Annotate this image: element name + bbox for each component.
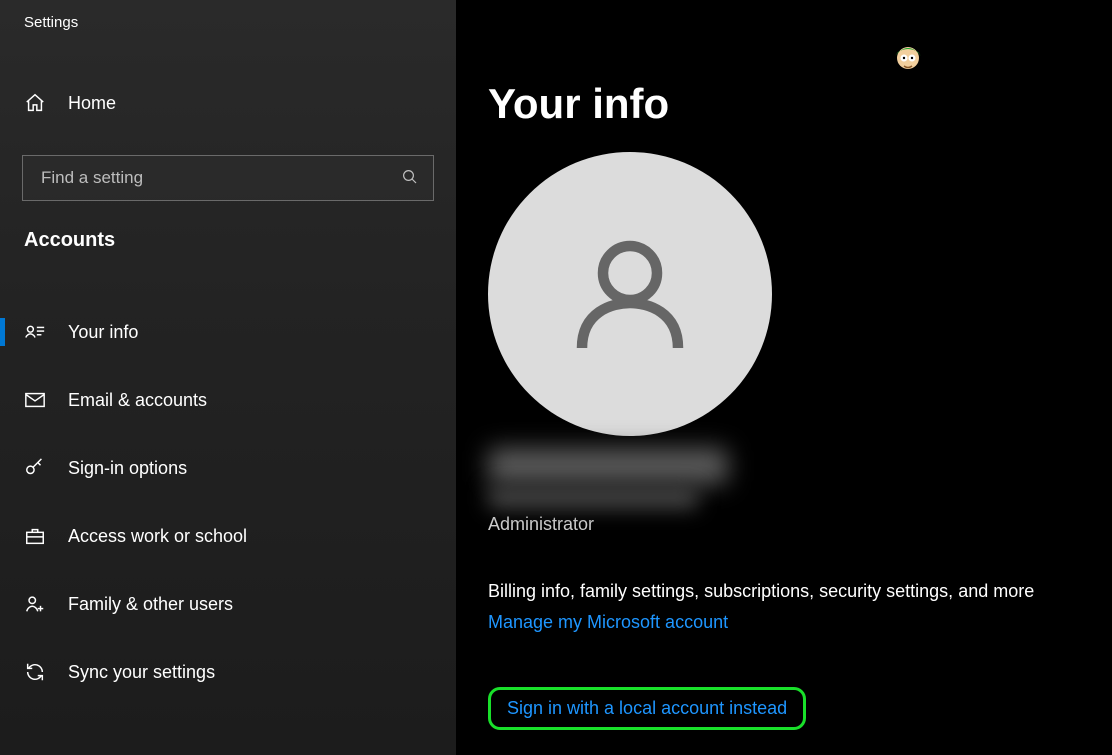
sync-icon [24, 661, 46, 683]
sidebar-item-label: Access work or school [68, 526, 247, 547]
search-box[interactable] [22, 155, 434, 201]
manage-account-link[interactable]: Manage my Microsoft account [488, 612, 728, 633]
decorative-avatar-icon [890, 42, 926, 78]
sidebar-item-email-accounts[interactable]: Email & accounts [0, 376, 456, 424]
user-role: Administrator [488, 514, 1112, 535]
user-avatar [488, 152, 772, 436]
billing-description: Billing info, family settings, subscript… [488, 581, 1112, 602]
settings-window: Settings Home Accounts [0, 0, 1112, 755]
home-nav-item[interactable]: Home [0, 79, 456, 127]
sign-in-local-account-link[interactable]: Sign in with a local account instead [507, 698, 787, 719]
sidebar: Settings Home Accounts [0, 0, 456, 755]
local-account-highlight: Sign in with a local account instead [488, 687, 806, 730]
sidebar-items: Your info Email & accounts [0, 308, 456, 696]
sidebar-item-label: Family & other users [68, 594, 233, 615]
home-icon [24, 92, 46, 114]
briefcase-icon [24, 525, 46, 547]
sidebar-item-sync-settings[interactable]: Sync your settings [0, 648, 456, 696]
user-email-redacted [488, 488, 698, 508]
sidebar-item-label: Sync your settings [68, 662, 215, 683]
page-title: Your info [488, 80, 1112, 128]
sidebar-item-access-work-school[interactable]: Access work or school [0, 512, 456, 560]
user-name-redacted [488, 448, 728, 484]
sidebar-item-family-users[interactable]: Family & other users [0, 580, 456, 628]
sidebar-item-your-info[interactable]: Your info [0, 308, 456, 356]
sidebar-item-label: Sign-in options [68, 458, 187, 479]
sidebar-item-label: Your info [68, 322, 138, 343]
home-label: Home [68, 93, 116, 114]
sidebar-item-label: Email & accounts [68, 390, 207, 411]
main-content: Your info Administrator Billing info, fa… [456, 0, 1112, 755]
sidebar-item-signin-options[interactable]: Sign-in options [0, 444, 456, 492]
person-icon [555, 219, 705, 369]
people-add-icon [24, 593, 46, 615]
search-input[interactable] [39, 167, 401, 189]
app-title: Settings [0, 14, 456, 31]
section-header-accounts: Accounts [0, 229, 456, 252]
search-icon [401, 168, 421, 188]
key-icon [24, 457, 46, 479]
person-card-icon [24, 321, 46, 343]
mail-icon [24, 389, 46, 411]
